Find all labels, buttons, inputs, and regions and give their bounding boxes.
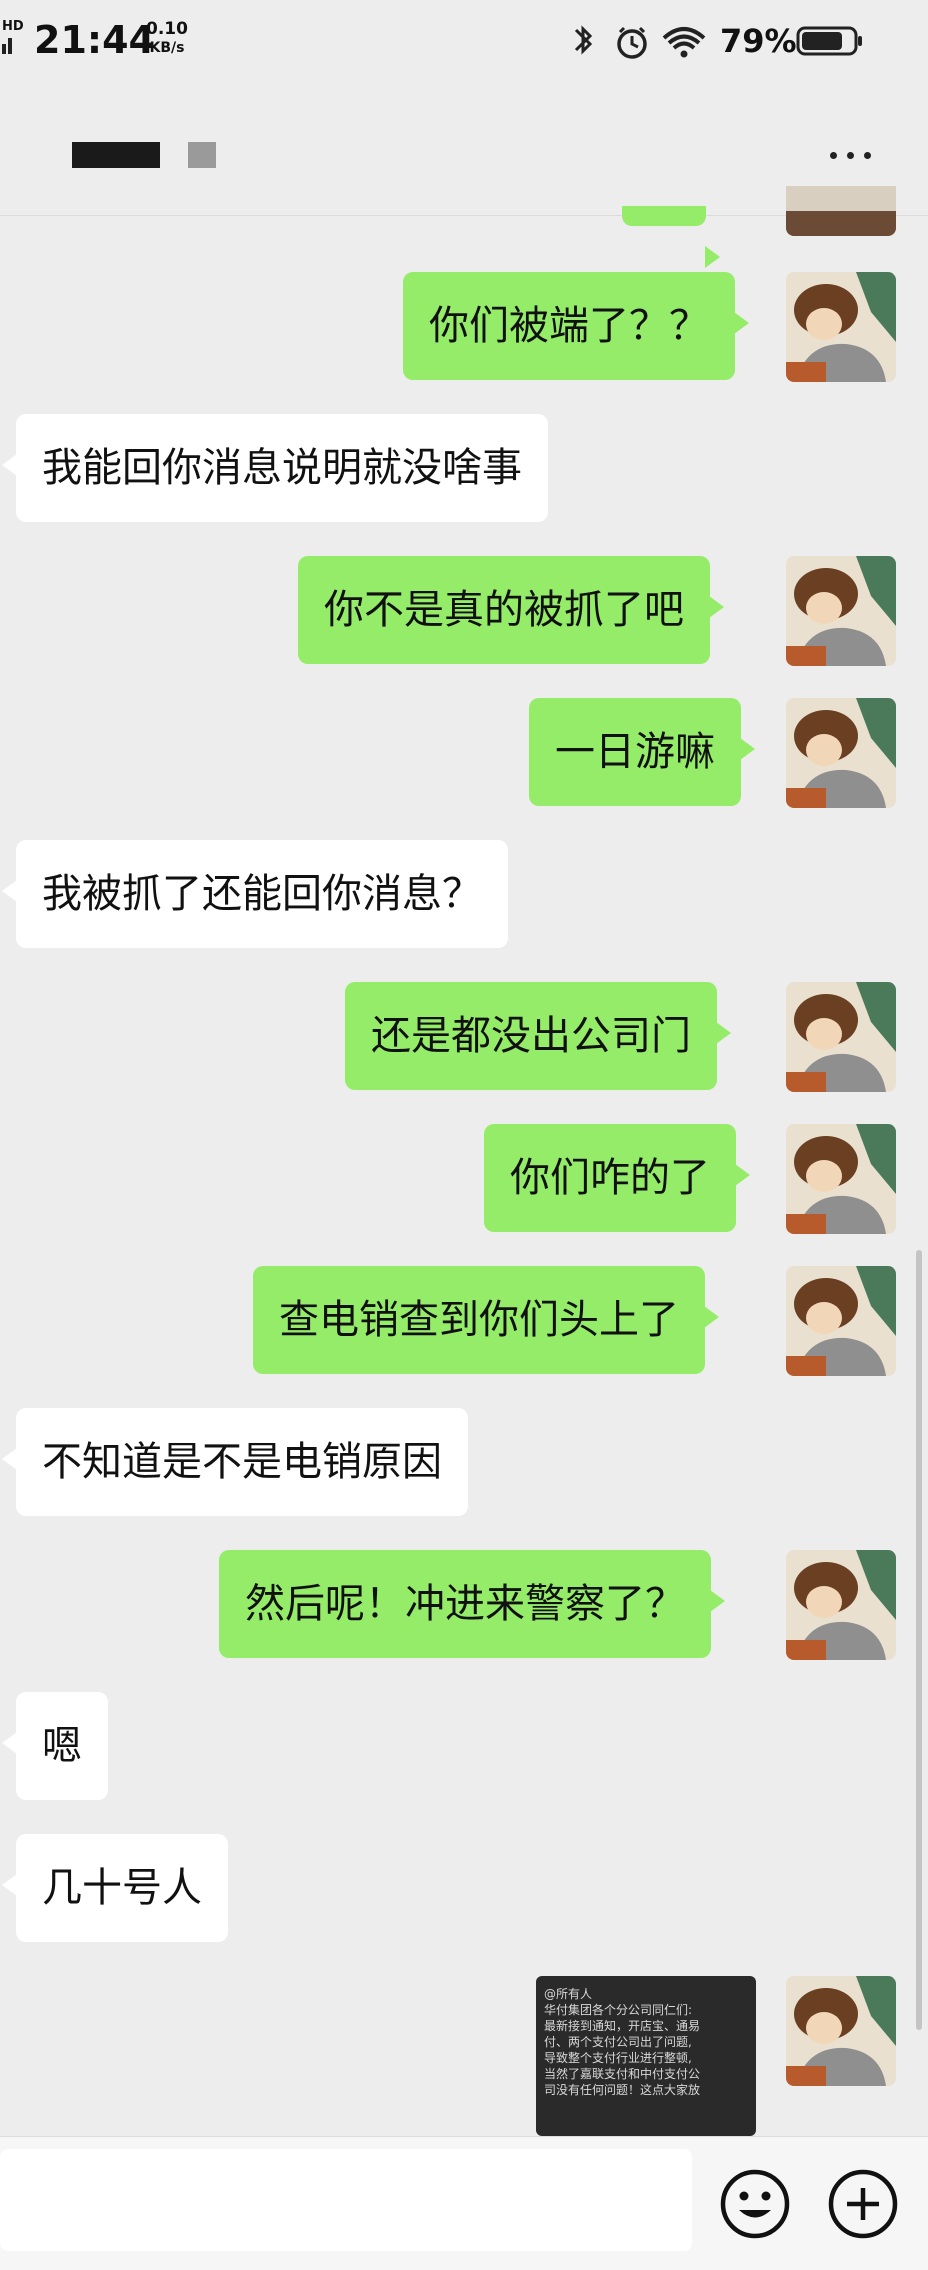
message-bubble[interactable]: 嗯 xyxy=(2,1692,108,1800)
image-text-line: 最新接到通知，开店宝、通易 xyxy=(544,2019,701,2033)
avatar[interactable] xyxy=(786,1266,896,1376)
more-dots-icon xyxy=(829,151,837,159)
avatar[interactable] xyxy=(786,272,896,382)
message-bubble[interactable]: 你们咋的了 xyxy=(484,1124,750,1232)
network-speed: 0.10 KB/s xyxy=(146,20,188,58)
message-bubble[interactable]: 不知道是不是电销原因 xyxy=(2,1408,468,1516)
avatar[interactable] xyxy=(786,698,896,808)
redacted-title-block xyxy=(72,142,160,168)
image-text-line: 华付集团各个分公司同仁们: xyxy=(544,2003,693,2017)
avatar[interactable] xyxy=(786,186,896,236)
message-bubble[interactable]: 一日游嘛 xyxy=(529,698,755,806)
avatar[interactable] xyxy=(786,982,896,1092)
signal-icon xyxy=(2,38,12,54)
avatar[interactable] xyxy=(786,1976,896,2086)
image-text-line: 付、两个支付公司出了问题, xyxy=(544,2035,692,2049)
avatar[interactable] xyxy=(786,1550,896,1660)
image-text-line: 司没有任何问题！这点大家放 xyxy=(544,2083,701,2097)
chat-message-list[interactable]: 你们被端了？？ 我能回你消息说明就没啥事 你不是真的被抓了吧 一日游嘛 我被抓了… xyxy=(0,186,928,2136)
message-bubble[interactable]: 你们被端了？？ xyxy=(403,272,749,380)
avatar[interactable] xyxy=(786,556,896,666)
battery-icon xyxy=(796,26,862,56)
emoji-button[interactable] xyxy=(718,2167,792,2241)
alarm-icon xyxy=(617,26,647,59)
message-bubble[interactable]: 然后呢！冲进来警察了？ xyxy=(219,1550,725,1658)
network-badge: HD xyxy=(2,19,24,34)
input-bar xyxy=(0,2136,928,2270)
emoji-icon xyxy=(720,2169,790,2239)
message-bubble[interactable]: 我能回你消息说明就没啥事 xyxy=(2,414,548,522)
message-bubble[interactable]: 我被抓了还能回你消息？ xyxy=(2,840,508,948)
status-bar: HD 21:44 0.10 KB/s 79% xyxy=(0,0,928,80)
wifi-icon xyxy=(662,27,706,58)
image-text-line: 当然了嘉联支付和中付支付公 xyxy=(544,2067,701,2081)
message-input[interactable] xyxy=(0,2149,692,2251)
image-text-line: @所有人 xyxy=(544,1987,593,2001)
message-bubble[interactable]: 几十号人 xyxy=(2,1834,228,1942)
network-speed-unit: KB/s xyxy=(149,40,185,56)
clock-time: 21:44 xyxy=(34,18,155,62)
battery-percentage: 79% xyxy=(720,22,797,60)
more-options-button[interactable] xyxy=(820,140,880,170)
status-icons xyxy=(574,25,706,59)
redacted-title-block xyxy=(188,142,216,168)
avatar[interactable] xyxy=(786,1124,896,1234)
image-message[interactable]: @所有人 华付集团各个分公司同仁们: 最新接到通知，开店宝、通易 付、两个支付公… xyxy=(536,1976,756,2136)
plus-icon xyxy=(828,2169,898,2239)
image-text-line: 导致整个支付行业进行整顿, xyxy=(544,2051,692,2065)
message-bubble[interactable]: 查电销查到你们头上了 xyxy=(253,1266,719,1374)
message-bubble[interactable]: 你不是真的被抓了吧 xyxy=(298,556,724,664)
more-functions-button[interactable] xyxy=(826,2167,900,2241)
message-bubble[interactable]: 还是都没出公司门 xyxy=(345,982,731,1090)
bluetooth-icon xyxy=(574,25,593,55)
network-speed-value: 0.10 xyxy=(146,19,188,39)
message-bubble[interactable] xyxy=(622,206,720,268)
scrollbar[interactable] xyxy=(916,1250,922,2030)
